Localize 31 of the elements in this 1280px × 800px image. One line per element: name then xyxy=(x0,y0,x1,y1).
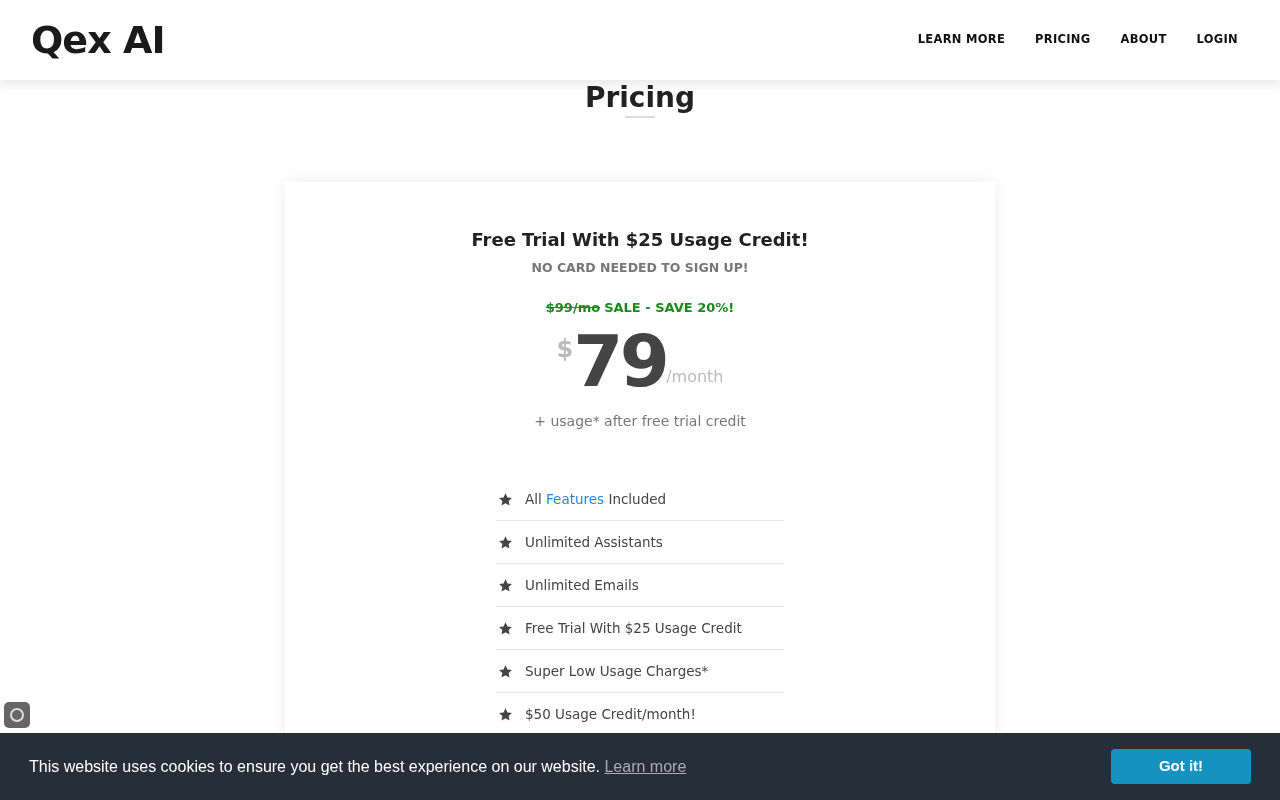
got-it-button[interactable]: Got it! xyxy=(1111,749,1251,784)
price-period: /month xyxy=(666,367,724,389)
features-link[interactable]: Features xyxy=(546,491,605,508)
nav-link[interactable]: ABOUT xyxy=(1120,31,1167,49)
star-icon xyxy=(498,577,513,593)
nav-link[interactable]: PRICING xyxy=(1035,31,1091,49)
old-price: $99/mo xyxy=(545,298,601,317)
nav-link[interactable]: LOGIN xyxy=(1196,31,1238,49)
feature-text: Unlimited Assistants xyxy=(525,533,663,553)
section-title: Pricing xyxy=(584,84,696,112)
plan-subtitle: NO CARD NEEDED TO SIGN UP! xyxy=(531,259,749,277)
star-icon xyxy=(498,706,513,722)
logo[interactable]: Qex AI xyxy=(31,11,165,69)
star-icon xyxy=(498,663,513,679)
currency-symbol: $ xyxy=(556,334,574,366)
cookie-message: This website uses cookies to ensure you get the best experience on our website. Learn more xyxy=(29,756,687,777)
usage-note: + usage* after free trial credit xyxy=(534,412,746,432)
feature-text: Unlimited Emails xyxy=(525,576,639,596)
feature-text: $50 Usage Credit/month! xyxy=(525,705,696,725)
sale-label: SALE - SAVE 20%! xyxy=(604,298,735,317)
price-amount: 79 xyxy=(573,323,667,400)
nav-link[interactable]: LEARN MORE xyxy=(917,31,1006,49)
feature-text: All Features Included xyxy=(525,490,667,510)
feature-text: Free Trial With $25 Usage Credit xyxy=(525,619,742,639)
feature-text: Super Low Usage Charges* xyxy=(525,662,709,682)
learn-more-link[interactable]: Learn more xyxy=(604,757,687,775)
star-icon xyxy=(498,491,513,507)
plan-title: Free Trial With $25 Usage Credit! xyxy=(471,228,809,252)
star-icon xyxy=(498,620,513,636)
chat-widget-icon[interactable] xyxy=(4,702,30,728)
star-icon xyxy=(498,534,513,550)
